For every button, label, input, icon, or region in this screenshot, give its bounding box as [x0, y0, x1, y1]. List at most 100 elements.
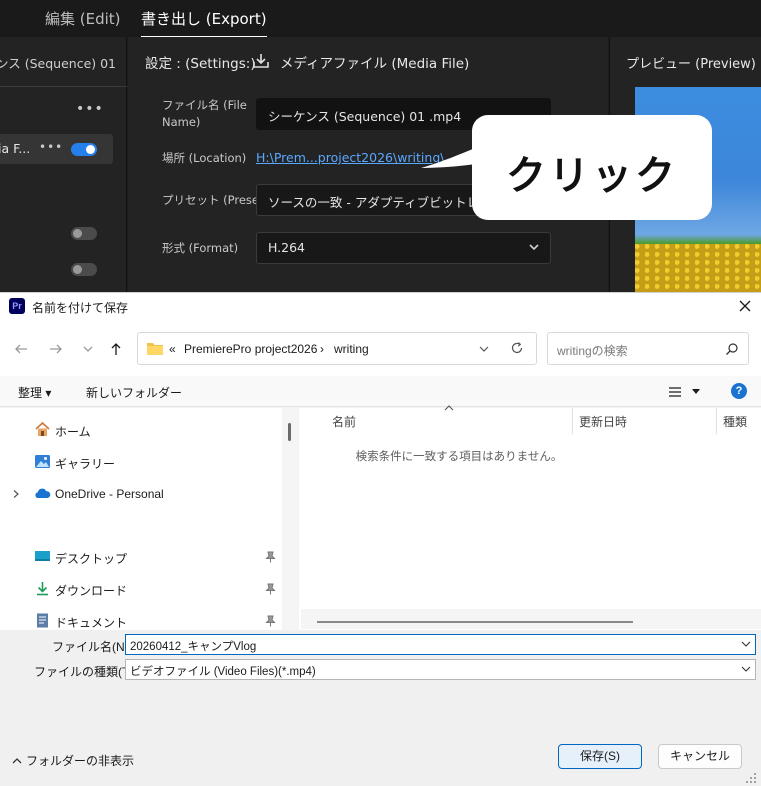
hide-folders-label: フォルダーの非表示: [26, 754, 135, 768]
download-icon: [37, 582, 48, 596]
nav-item-downloads[interactable]: ダウンロード: [0, 577, 282, 601]
onedrive-icon: [35, 488, 51, 498]
dialog-toolbar: 整理 ▾ 新しいフォルダー ?: [0, 376, 761, 407]
chevron-down-icon: [529, 244, 539, 251]
chevron-down-icon[interactable]: [741, 640, 751, 648]
column-header-type[interactable]: 種類: [723, 413, 747, 430]
format-label: 形式 (Format): [162, 241, 239, 255]
resize-grip-icon[interactable]: [745, 772, 757, 784]
file-list-scrollbar[interactable]: [301, 609, 761, 629]
nav-item-label: デスクトップ: [55, 552, 128, 566]
breadcrumb-separator-icon: ›: [320, 342, 324, 356]
format-select[interactable]: H.264: [256, 232, 551, 264]
column-divider[interactable]: [716, 408, 717, 434]
column-header-name[interactable]: 名前: [332, 413, 356, 430]
file-fields: ファイル名(N): 20260412_キャンプVlog ファイルの種類(T): …: [0, 630, 761, 730]
file-type-value: ビデオファイル (Video Files)(*.mp4): [130, 666, 316, 678]
breadcrumb-project[interactable]: PremierePro project2026: [184, 342, 317, 356]
document-icon: [37, 613, 48, 628]
column-divider[interactable]: [572, 408, 573, 434]
file-name-value: 20260412_キャンプVlog: [130, 641, 257, 653]
up-arrow-icon[interactable]: [107, 340, 125, 358]
location-label: 場所 (Location): [162, 151, 247, 165]
scrollbar-thumb[interactable]: [317, 621, 633, 623]
nav-item-label: ダウンロード: [55, 584, 128, 598]
preset-label: プリセット (Preset): [162, 193, 268, 207]
sequence-panel: ンス (Sequence) 01 ••• ia F... •••: [0, 37, 127, 292]
nav-item-label: OneDrive - Personal: [55, 487, 164, 501]
nav-item-label: ホーム: [55, 425, 91, 439]
file-type-select[interactable]: ビデオファイル (Video Files)(*.mp4): [125, 659, 756, 680]
output-toggle-1[interactable]: [71, 227, 97, 240]
nav-item-home[interactable]: ホーム: [0, 418, 282, 442]
dialog-footer: フォルダーの非表示 保存(S) キャンセル: [0, 730, 761, 786]
help-icon[interactable]: ?: [731, 383, 747, 399]
file-name-label: ファイル名(N):: [52, 640, 132, 654]
tab-edit[interactable]: 編集 (Edit): [45, 8, 121, 29]
breadcrumb-overflow[interactable]: «: [169, 342, 176, 356]
premiere-app-icon: Pr: [9, 298, 25, 314]
search-placeholder: writingの検索: [557, 344, 628, 358]
sequence-panel-title: ンス (Sequence) 01: [0, 56, 117, 71]
refresh-icon[interactable]: [510, 341, 524, 355]
preview-title: プレビュー (Preview): [626, 57, 756, 72]
view-dropdown-icon[interactable]: [691, 388, 701, 396]
nav-item-label: ドキュメント: [55, 616, 128, 630]
hide-folders-toggle[interactable]: フォルダーの非表示: [12, 752, 134, 769]
close-icon[interactable]: [736, 297, 754, 315]
scrollbar-thumb[interactable]: [288, 423, 291, 441]
chevron-down-icon[interactable]: [741, 665, 751, 673]
cancel-button[interactable]: キャンセル: [658, 744, 742, 769]
format-value: H.264: [268, 240, 306, 255]
save-as-dialog: Pr 名前を付けて保存 « PremierePro project2026 › …: [0, 292, 761, 786]
save-button[interactable]: 保存(S): [558, 744, 642, 769]
address-dropdown-icon[interactable]: [478, 344, 490, 354]
media-file-toggle[interactable]: [71, 143, 97, 156]
output-toggle-2[interactable]: [71, 263, 97, 276]
file-type-label: ファイルの種類(T):: [34, 665, 137, 679]
tab-export[interactable]: 書き出し (Export): [141, 8, 267, 38]
media-file-row[interactable]: ia F... •••: [0, 134, 113, 164]
file-name-label: ファイル名 (File Name): [162, 98, 247, 129]
nav-item-gallery[interactable]: ギャラリー: [0, 450, 282, 474]
view-options-icon[interactable]: [668, 386, 682, 398]
forward-arrow-icon[interactable]: [47, 340, 65, 358]
nav-item-desktop[interactable]: デスクトップ: [0, 545, 282, 569]
breadcrumb-writing[interactable]: writing: [334, 342, 369, 356]
sort-caret-icon: [444, 405, 454, 411]
address-bar[interactable]: « PremierePro project2026 › writing: [137, 332, 537, 365]
preview-flower-field: [635, 244, 761, 292]
location-link[interactable]: H:\Prem...project2026\writing\: [256, 150, 444, 165]
home-icon: [35, 421, 50, 436]
top-menu-bar: 編集 (Edit) 書き出し (Export): [0, 0, 761, 38]
download-icon: [253, 54, 269, 68]
recent-locations-chevron-icon[interactable]: [79, 340, 97, 358]
media-file-row-label: ia F...: [0, 141, 31, 156]
more-options-icon[interactable]: •••: [76, 101, 104, 117]
file-name-input[interactable]: 20260412_キャンプVlog: [125, 634, 756, 655]
search-icon: [726, 343, 738, 355]
media-file-heading: メディアファイル (Media File): [280, 56, 470, 72]
callout-text: クリック: [506, 153, 678, 199]
dialog-titlebar: Pr 名前を付けて保存: [0, 293, 761, 320]
expand-chevron-icon[interactable]: [11, 489, 21, 499]
column-header-modified[interactable]: 更新日時: [579, 413, 627, 430]
nav-item-onedrive[interactable]: OneDrive - Personal: [0, 482, 282, 506]
new-folder-button[interactable]: 新しいフォルダー: [86, 384, 182, 401]
settings-heading: 設定 : (Settings:): [145, 56, 256, 72]
organize-button[interactable]: 整理 ▾: [18, 384, 51, 401]
dialog-title: 名前を付けて保存: [32, 301, 129, 315]
click-callout: クリック: [472, 115, 712, 220]
search-box[interactable]: writingの検索: [547, 332, 749, 365]
file-list-pane: 名前 更新日時 種類 検索条件に一致する項目はありません。: [299, 405, 761, 630]
navigation-row: « PremierePro project2026 › writing writ…: [0, 320, 761, 376]
row-options-icon[interactable]: •••: [39, 140, 63, 154]
chevron-up-icon: [12, 758, 22, 764]
pin-icon: [265, 615, 276, 627]
back-arrow-icon[interactable]: [12, 340, 30, 358]
folder-icon: [147, 343, 163, 355]
gallery-icon: [35, 455, 50, 468]
pin-icon: [265, 583, 276, 595]
nav-item-label: ギャラリー: [55, 457, 116, 471]
navigation-scrollbar[interactable]: [283, 408, 298, 630]
